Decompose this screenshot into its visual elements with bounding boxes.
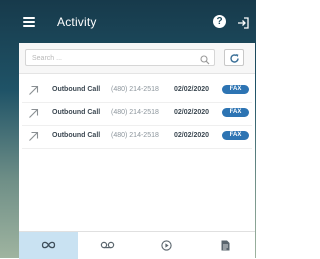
app-window: Activity ? Search ... Outbound Call (480…: [0, 0, 256, 259]
page-title: Activity: [57, 15, 97, 29]
call-phone: (480) 214-2518: [111, 109, 159, 116]
app-header: Activity ?: [0, 0, 256, 44]
infinity-icon: [41, 241, 56, 249]
call-date: 02/02/2020: [174, 86, 210, 93]
call-date: 02/02/2020: [174, 132, 210, 139]
call-phone: (480) 214-2518: [111, 86, 159, 93]
call-row[interactable]: Outbound Call (480) 214-2518 02/02/2020 …: [22, 103, 252, 126]
activity-panel: Search ... Outbound Call (480) 214-2518 …: [19, 43, 255, 259]
tab-documents[interactable]: [196, 232, 255, 259]
call-type: Outbound Call: [52, 109, 101, 116]
outbound-arrow-icon: [29, 108, 39, 118]
play-circle-icon: [161, 240, 172, 251]
menu-icon[interactable]: [23, 17, 35, 27]
fax-badge: FAX: [222, 108, 249, 117]
fax-badge: FAX: [222, 85, 249, 94]
fax-badge: FAX: [222, 131, 249, 140]
call-type: Outbound Call: [52, 132, 101, 139]
search-input[interactable]: Search ...: [25, 49, 215, 66]
call-phone: (480) 214-2518: [111, 132, 159, 139]
logout-icon[interactable]: [237, 16, 249, 29]
call-date: 02/02/2020: [174, 109, 210, 116]
bottom-tab-bar: [19, 231, 255, 259]
refresh-icon: [230, 54, 239, 63]
call-type: Outbound Call: [52, 86, 101, 93]
search-bar: Search ...: [19, 43, 255, 74]
search-icon[interactable]: [200, 52, 210, 65]
tab-voicemail[interactable]: [78, 232, 137, 259]
outbound-arrow-icon: [29, 131, 39, 141]
voicemail-icon: [100, 241, 115, 249]
tab-recordings[interactable]: [137, 232, 196, 259]
document-icon: [221, 240, 230, 251]
tab-activity[interactable]: [19, 232, 78, 259]
outbound-arrow-icon: [29, 85, 39, 95]
call-row[interactable]: Outbound Call (480) 214-2518 02/02/2020 …: [22, 126, 252, 149]
refresh-button[interactable]: [224, 49, 244, 66]
call-list: Outbound Call (480) 214-2518 02/02/2020 …: [22, 80, 252, 149]
call-row[interactable]: Outbound Call (480) 214-2518 02/02/2020 …: [22, 80, 252, 103]
help-icon[interactable]: ?: [213, 15, 226, 28]
